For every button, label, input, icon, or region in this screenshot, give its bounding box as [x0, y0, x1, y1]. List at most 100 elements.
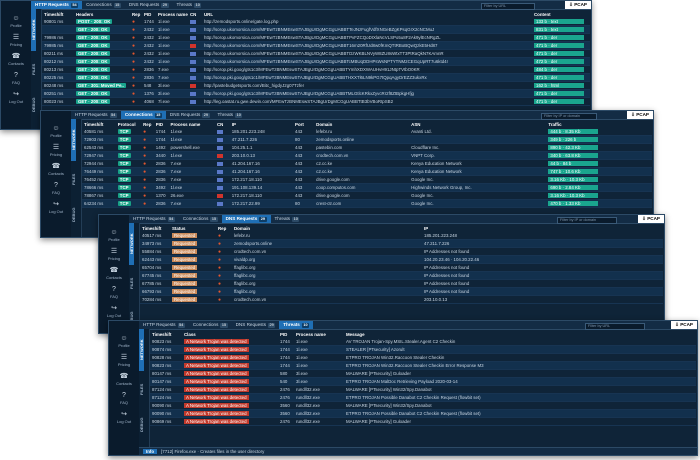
table-row[interactable]: 64234 ms TCP ● 2836 7.exe 172.217.22.99 80 cres…: [82, 199, 652, 208]
table-row[interactable]: 90828 ms A Network Trojan was detected 174…: [150, 353, 696, 362]
table-row[interactable]: 90869 ms A Network Trojan was detected 247…: [150, 417, 696, 426]
nav-item-profile[interactable]: ☺ Profile: [109, 321, 139, 348]
tab-dns-requests[interactable]: DNS Requests 29: [232, 321, 280, 329]
table-row[interactable]: 55884 ms Requested ● crodtech.com.vn IP Addr…: [140, 247, 663, 256]
vtab-files[interactable]: FILES: [129, 265, 134, 301]
table-row[interactable]: 76452 ms TCP ● 2836 7.exe 172.217.18.110 443 dr…: [82, 175, 652, 184]
table-row[interactable]: 67745 ms Requested ● ffaglibc.org IP Address…: [140, 271, 663, 280]
table-row[interactable]: 80147 ms A Network Trojan was detected 580…: [150, 369, 696, 378]
table-row[interactable]: 87124 ms A Network Trojan was detected 247…: [150, 385, 696, 394]
column-header[interactable]: IP: [230, 121, 293, 128]
tab-http-requests[interactable]: HTTP Requests 54: [129, 215, 179, 223]
nav-item-pricing[interactable]: ☰ Pricing: [99, 242, 129, 261]
table-row[interactable]: 90801 ms POST · 200: OK ● 1744 1l.exe http://…: [42, 18, 590, 26]
nav-item-log-out[interactable]: ↪ Log Out: [1, 85, 31, 104]
vtab-network[interactable]: NETWORK: [31, 9, 36, 51]
vtab-files[interactable]: FILES: [139, 371, 144, 407]
column-header[interactable]: Domain: [232, 225, 422, 232]
table-row[interactable]: 66793 ms Requested ● ffaglibc.org IP Address…: [140, 287, 663, 296]
nav-item-faq[interactable]: ? FAQ: [99, 280, 129, 299]
column-header[interactable]: Class: [182, 331, 278, 338]
table-row[interactable]: 90090 ms A Network Trojan was detected 356…: [150, 401, 696, 410]
nav-item-pricing[interactable]: ☰ Pricing: [1, 28, 31, 47]
nav-item-log-out[interactable]: ↪ Log Out: [41, 195, 71, 214]
column-header[interactable]: Rep: [130, 11, 142, 18]
vtab-debug[interactable]: DEBUG: [71, 197, 76, 233]
table-row[interactable]: 72944 ms TCP ● 2836 7.exe 41.204.167.16 443 c2.…: [82, 159, 652, 168]
tab-threats[interactable]: Threats 10: [173, 1, 206, 9]
table-row[interactable]: 65704 ms Requested ● ffaglibc.org IP Address…: [140, 263, 663, 272]
column-header[interactable]: Port: [293, 121, 314, 128]
tab-threats[interactable]: Threats 10: [279, 321, 314, 329]
table-row[interactable]: 79985 ms GET · 200: OK ● 2432 1l.exe http://s…: [42, 41, 590, 50]
column-header[interactable]: Traffic: [546, 121, 652, 128]
table-row[interactable]: 80147 ms A Network Trojan was detected 540…: [150, 377, 696, 386]
table-row[interactable]: 40517 ms Requested ● lefebr.ru 185.201.223.2…: [140, 232, 663, 240]
nav-item-pricing[interactable]: ☰ Pricing: [109, 348, 139, 367]
column-header[interactable]: CN: [188, 11, 202, 18]
nav-item-faq[interactable]: ? FAQ: [1, 66, 31, 85]
nav-item-contacts[interactable]: ☎ Contacts: [109, 367, 139, 386]
nav-item-log-out[interactable]: ↪ Log Out: [99, 299, 129, 318]
column-header[interactable]: IP: [422, 225, 663, 232]
table-row[interactable]: 90823 ms A Network Trojan was detected 174…: [150, 361, 696, 370]
table-row[interactable]: 80212 ms GET · 200: OK ● 2432 1l.exe http://s…: [42, 57, 590, 66]
column-header[interactable]: Rep: [141, 121, 154, 128]
column-header[interactable]: Process name: [294, 331, 344, 338]
nav-item-log-out[interactable]: ↪ Log Out: [109, 405, 139, 424]
vtab-network[interactable]: NETWORK: [139, 329, 144, 371]
column-header[interactable]: Status: [170, 225, 216, 232]
table-row[interactable]: 80248 ms GET · 301: Moved Pe.. ● 548 3l.exe h…: [42, 81, 590, 90]
table-row[interactable]: GET · 200: OK ● 2432 1l.exe http://sorop.uko…: [42, 25, 590, 34]
column-header[interactable]: PID: [142, 11, 156, 18]
column-header[interactable]: Headers: [74, 11, 130, 18]
table-row[interactable]: 90823 ms A Network Trojan was detected 174…: [150, 338, 696, 346]
pcap-button[interactable]: ⇩ PCAP: [565, 1, 591, 9]
nav-item-contacts[interactable]: ☎ Contacts: [99, 261, 129, 280]
column-header[interactable]: URL: [202, 11, 532, 18]
table-row[interactable]: 79986 ms GET · 200: OK ● 2432 1l.exe http://s…: [42, 33, 590, 42]
tab-threats[interactable]: Threats 10: [271, 215, 304, 223]
table-row[interactable]: 72903 ms TCP ● 1744 1l.exe 47.211.7.226 80 zemo…: [82, 135, 652, 144]
pcap-button[interactable]: ⇩ PCAP: [638, 215, 664, 223]
tab-dns-requests[interactable]: DNS Requests 29: [221, 215, 271, 223]
column-header[interactable]: CN: [215, 121, 230, 128]
column-header[interactable]: PID: [154, 121, 169, 128]
table-row[interactable]: 70284 ms Requested ● crodtech.com.vn 203.10.…: [140, 295, 663, 304]
filter-input[interactable]: Filter by URL: [481, 2, 535, 10]
vtab-files[interactable]: FILES: [31, 51, 36, 87]
vtab-files[interactable]: FILES: [71, 161, 76, 197]
column-header[interactable]: Domain: [314, 121, 409, 128]
column-header[interactable]: Rep: [216, 225, 232, 232]
table-row[interactable]: 80225 ms GET · 200: OK ● 2836 7.exe http://so…: [42, 73, 590, 82]
tab-http-requests[interactable]: HTTP Requests 54: [31, 1, 83, 9]
pcap-button[interactable]: ⇩ PCAP: [671, 321, 697, 329]
table-row[interactable]: 90090 ms A Network Trojan was detected 356…: [150, 409, 696, 418]
tab-dns-requests[interactable]: DNS Requests 29: [125, 1, 173, 9]
column-header[interactable]: PID: [278, 331, 294, 338]
table-row[interactable]: 34973 ms Requested ● zemodsports.online 47.2…: [140, 239, 663, 248]
tab-http-requests[interactable]: HTTP Requests 54: [139, 321, 189, 329]
table-row[interactable]: 87124 ms A Network Trojan was detected 247…: [150, 393, 696, 402]
pcap-button[interactable]: ⇩ PCAP: [627, 111, 653, 119]
tab-connections[interactable]: Connections 15: [189, 321, 232, 329]
nav-item-faq[interactable]: ? FAQ: [109, 386, 139, 405]
column-header[interactable]: Timeshift: [140, 225, 170, 232]
tab-connections[interactable]: Connections 15: [82, 1, 125, 9]
table-row[interactable]: 62443 ms Requested ● vivaldp.org 104.20.23.4…: [140, 255, 663, 264]
nav-item-profile[interactable]: ☺ Profile: [41, 111, 71, 138]
nav-item-contacts[interactable]: ☎ Contacts: [1, 47, 31, 66]
filter-input[interactable]: Filter by IP or domain: [557, 216, 617, 224]
table-row[interactable]: 78867 ms TCP ● 1370 26.exe 172.217.18.110 443 d…: [82, 191, 652, 200]
nav-item-contacts[interactable]: ☎ Contacts: [41, 157, 71, 176]
column-header[interactable]: Process name: [169, 121, 215, 128]
nav-item-faq[interactable]: ? FAQ: [41, 176, 71, 195]
vtab-debug[interactable]: DEBUG: [31, 87, 36, 123]
column-header[interactable]: ASN: [409, 121, 546, 128]
column-header[interactable]: Message: [344, 331, 696, 338]
table-row[interactable]: 78666 ms TCP ● 3492 1l.exe 191.108.139.14 443 c…: [82, 183, 652, 192]
table-row[interactable]: 62543 ms TCP ● 1492 powershell.exe 104.25.1.1…: [82, 143, 652, 152]
vtab-network[interactable]: NETWORK: [129, 223, 134, 265]
table-row[interactable]: 76449 ms TCP ● 2836 7.exe 41.204.167.16 443 c2.…: [82, 167, 652, 176]
tab-connections[interactable]: Connections 15: [179, 215, 222, 223]
